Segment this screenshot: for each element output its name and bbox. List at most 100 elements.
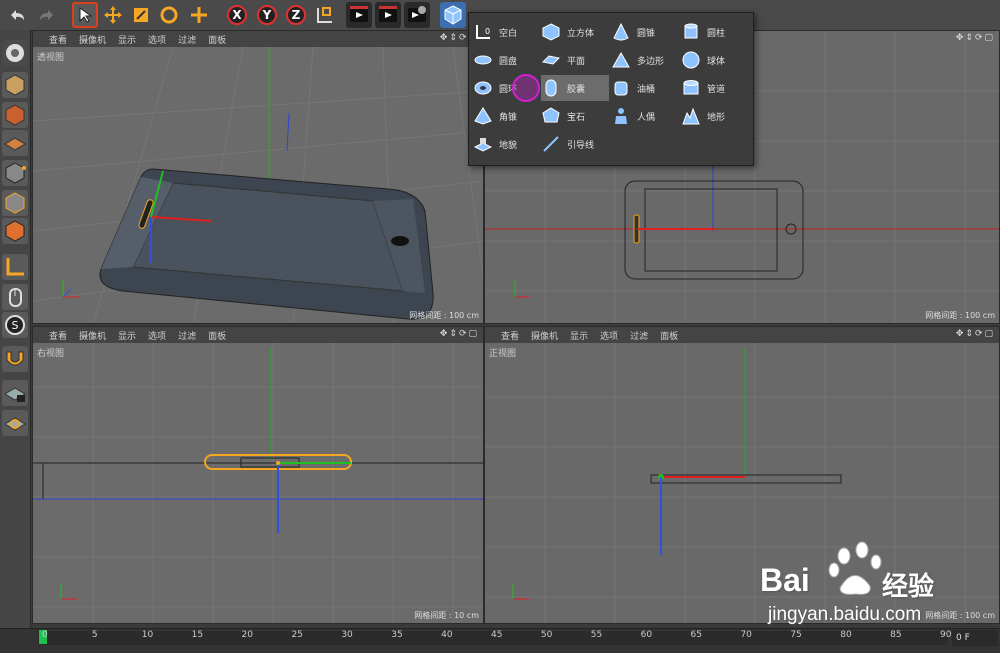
viewport-navigation-controls[interactable]: ✥⇕⟳▢	[956, 33, 995, 43]
axis-mode-button[interactable]	[2, 254, 28, 280]
x-axis-button[interactable]: X	[224, 2, 250, 28]
model-mode-button[interactable]	[2, 72, 28, 98]
menu-item-capsule[interactable]: 胶囊	[541, 75, 609, 101]
timeline-tick-label: 10	[141, 630, 154, 640]
menu-item-null[interactable]: 0 空白	[473, 19, 537, 45]
edges-mode-button[interactable]	[2, 190, 28, 216]
paw-logo-icon	[828, 541, 882, 595]
timeline-ruler[interactable]: 0 5 10 15 20 25 30 35 40 45 50 55 60 65 70 75 80 85 90 0 F	[0, 628, 1000, 653]
menu-item-cylinder[interactable]: 圆柱	[681, 19, 749, 45]
menu-item-platonic[interactable]: 宝石	[541, 103, 609, 129]
frame-field[interactable]: 0 F	[952, 630, 998, 646]
locked-workplane-button[interactable]	[2, 380, 28, 406]
redo-button[interactable]	[34, 2, 60, 28]
scale-icon	[134, 8, 148, 22]
timeline-tick-label: 75	[790, 630, 802, 640]
add-cube-button[interactable]	[440, 2, 466, 28]
oil-tank-icon	[611, 78, 631, 98]
undo-icon	[11, 10, 24, 20]
menu-item-oil-tank[interactable]: 油桶	[611, 75, 679, 101]
svg-text:S: S	[12, 319, 19, 332]
timeline-tick-label: 40	[441, 630, 453, 640]
undo-button[interactable]	[4, 2, 30, 28]
scale-tool-button[interactable]	[128, 2, 154, 28]
menu-item-polygon[interactable]: 多边形	[611, 47, 679, 73]
guide-icon	[541, 134, 561, 154]
polygons-mode-button[interactable]	[2, 218, 28, 244]
select-tool-button[interactable]	[72, 2, 98, 28]
menu-item-relief[interactable]: 地貌	[473, 131, 537, 157]
points-mode-button[interactable]	[2, 160, 28, 186]
clapper-icon	[379, 6, 397, 22]
coordinate-system-button[interactable]	[312, 2, 338, 28]
tube-icon	[681, 78, 701, 98]
menu-item-sphere[interactable]: 球体	[681, 47, 749, 73]
polygons-cube-icon	[5, 220, 25, 242]
y-axis-button[interactable]: Y	[254, 2, 280, 28]
relief-icon	[473, 134, 493, 154]
z-axis-button[interactable]: Z	[283, 2, 309, 28]
phone-mesh	[99, 168, 434, 320]
coordinate-system-icon	[317, 7, 332, 23]
render-picture-viewer-button[interactable]	[375, 2, 401, 28]
render-settings-button[interactable]	[404, 2, 430, 28]
render-view-button[interactable]	[346, 2, 372, 28]
mouse-icon	[9, 288, 22, 307]
menu-item-figure[interactable]: 人偶	[611, 103, 679, 129]
menu-item-pyramid[interactable]: 角锥	[473, 103, 537, 129]
z-axis-label: Z	[291, 8, 301, 22]
timeline-tick-label: 25	[291, 630, 303, 640]
null-icon: 0	[473, 22, 493, 42]
magnet-icon	[6, 351, 24, 366]
timeline-tick-label: 65	[690, 630, 702, 640]
timeline-tick-label: 20	[241, 630, 253, 640]
planar-workplane-button[interactable]	[2, 410, 28, 436]
rotate-tool-button[interactable]	[156, 2, 182, 28]
move-tool-button[interactable]	[100, 2, 126, 28]
menu-item-disc[interactable]: 圆盘	[473, 47, 537, 73]
make-editable-button[interactable]	[2, 40, 28, 66]
cylinder-icon	[681, 22, 701, 42]
locked-workplane-icon	[4, 387, 26, 402]
texture-mode-button[interactable]	[2, 102, 28, 128]
watermark-url: jingyan.baidu.com	[768, 604, 922, 625]
menu-item-tube[interactable]: 管道	[681, 75, 749, 101]
timeline-tick-label: 50	[540, 630, 553, 640]
figure-icon	[611, 106, 631, 126]
live-selection-button[interactable]	[186, 2, 212, 28]
clapper-icon	[350, 6, 368, 22]
menu-item-cone[interactable]: 圆锥	[611, 19, 679, 45]
workplane-mode-button[interactable]	[2, 130, 28, 156]
solo-mode-button[interactable]: S	[2, 312, 28, 338]
cursor-highlight-circle	[512, 74, 540, 102]
timeline-tick-label: 60	[640, 630, 653, 640]
clapper-gear-icon	[408, 6, 426, 22]
polygon-icon	[611, 50, 631, 70]
pyramid-icon	[473, 106, 493, 126]
tweak-mode-button[interactable]	[2, 284, 28, 310]
cube-icon	[5, 74, 25, 96]
move-icon	[104, 6, 122, 24]
snap-button[interactable]	[2, 346, 28, 372]
sphere-icon	[681, 50, 701, 70]
menu-item-guide[interactable]: 引导线	[541, 131, 609, 157]
plane-icon	[541, 50, 561, 70]
viewport-navigation-controls[interactable]: ✥⇕⟳▢	[956, 329, 995, 339]
menu-item-torus[interactable]: 圆环	[473, 74, 540, 102]
cone-icon	[611, 22, 631, 42]
cube-icon	[444, 5, 462, 25]
object-primitives-menu: 0 空白 立方体 圆锥 圆柱 圆盘 平面 多边形 球体 圆环 胶囊 油桶 管道 …	[468, 12, 754, 166]
grid-spacing-label: 网格间距 : 10 cm	[414, 611, 479, 620]
viewport-right[interactable]: 查看 摄像机 显示 选项 过滤 面板 右视图 ✥⇕⟳▢ 网格间距 : 10 cm	[32, 326, 484, 624]
rotate-icon	[160, 6, 178, 24]
grid-spacing-label: 网格间距 : 100 cm	[925, 311, 995, 320]
menu-item-cube[interactable]: 立方体	[541, 19, 609, 45]
viewport-perspective[interactable]: 查看 摄像机 显示 选项 过滤 面板 透视图 ✥⇕⟳▢ 网格间距 : 100 c…	[32, 30, 484, 324]
right-scene	[33, 343, 483, 623]
perspective-scene	[33, 46, 483, 323]
y-axis-label: Y	[262, 8, 272, 22]
viewport-navigation-controls[interactable]: ✥⇕⟳▢	[440, 329, 479, 339]
platonic-icon	[541, 106, 561, 126]
menu-item-landscape[interactable]: 地形	[681, 103, 749, 129]
menu-item-plane[interactable]: 平面	[541, 47, 609, 73]
